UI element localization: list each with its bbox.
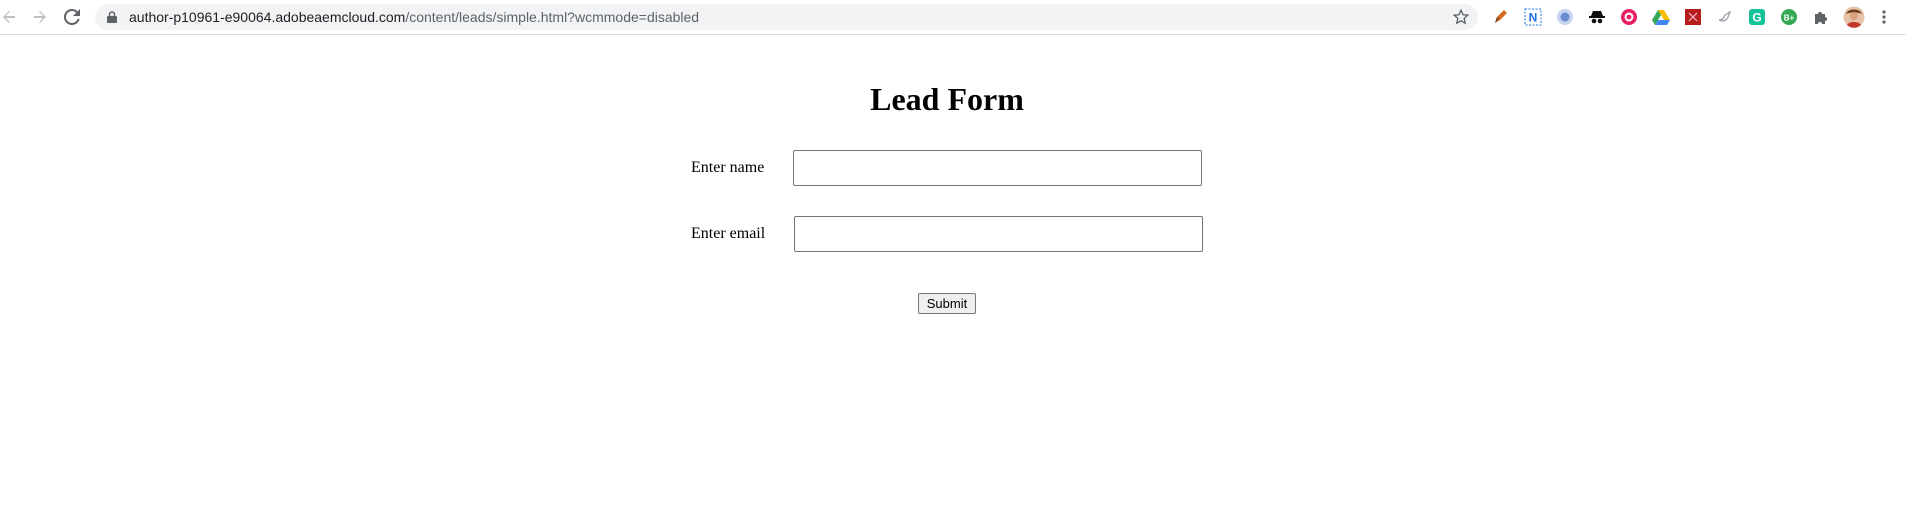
url-path: /content/leads/simple.html?wcmmode=disab… (405, 9, 700, 25)
bird-extension-icon[interactable] (1715, 7, 1735, 27)
green-badge-extension-icon[interactable]: B+ (1779, 7, 1799, 27)
drive-extension-icon[interactable] (1651, 7, 1671, 27)
browser-toolbar: author-p10961-e90064.adobeaemcloud.com/c… (0, 0, 1906, 35)
lock-icon (107, 11, 117, 23)
puzzle-extensions-icon[interactable] (1811, 7, 1831, 27)
spy-extension-icon[interactable] (1587, 7, 1607, 27)
profile-avatar-icon[interactable] (1842, 6, 1866, 28)
url-host: author-p10961-e90064.adobeaemcloud.com (129, 9, 406, 25)
email-input[interactable] (794, 216, 1203, 252)
submit-button[interactable]: Submit (918, 293, 976, 314)
name-label: Enter name (691, 159, 765, 176)
email-label: Enter email (691, 225, 766, 242)
page-content: Lead Form Enter name Enter email Submit (0, 36, 1906, 531)
browser-menu-button[interactable] (1874, 7, 1894, 27)
back-button[interactable] (0, 5, 21, 29)
forward-arrow-icon (34, 11, 46, 23)
red-square-extension-icon[interactable] (1683, 7, 1703, 27)
forward-button[interactable] (28, 5, 52, 29)
reload-icon (64, 9, 80, 25)
eye-extension-icon[interactable] (1619, 7, 1639, 27)
name-input[interactable] (793, 150, 1202, 186)
back-arrow-icon (3, 11, 15, 23)
svg-text:G: G (1752, 11, 1761, 25)
page-title: Lead Form (870, 81, 1024, 117)
reload-button[interactable] (60, 5, 84, 29)
svg-text:B+: B+ (1784, 14, 1795, 23)
more-vert-icon (1882, 10, 1886, 24)
n-extension-icon[interactable]: N (1523, 7, 1543, 27)
star-icon[interactable] (1452, 8, 1470, 26)
pen-extension-icon[interactable] (1491, 7, 1511, 27)
svg-text:N: N (1529, 11, 1538, 25)
circle-extension-icon[interactable] (1555, 7, 1575, 27)
address-bar[interactable]: author-p10961-e90064.adobeaemcloud.com/c… (95, 4, 1478, 30)
grammarly-extension-icon[interactable]: G (1747, 7, 1767, 27)
url-text[interactable]: author-p10961-e90064.adobeaemcloud.com/c… (129, 9, 699, 25)
